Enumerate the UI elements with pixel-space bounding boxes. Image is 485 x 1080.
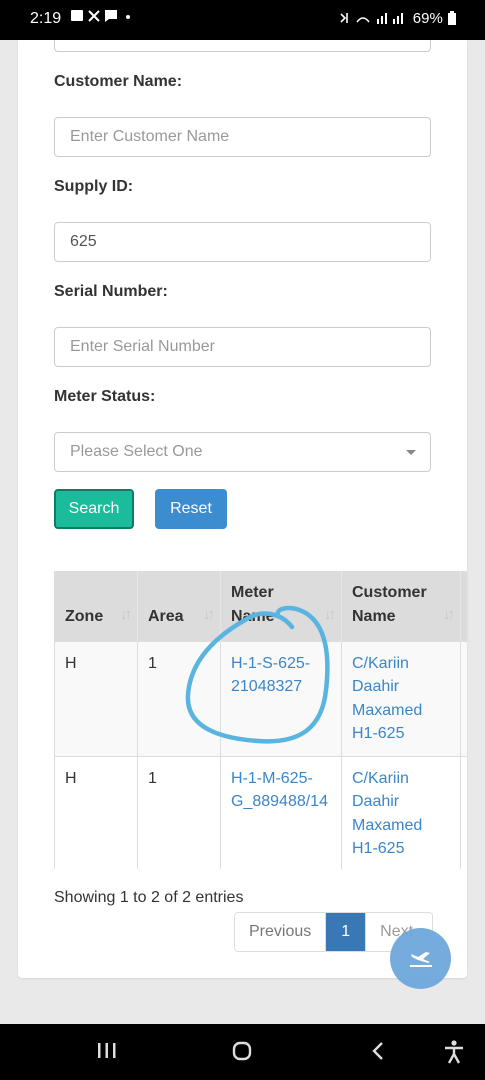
customer-line: C/Kariin	[352, 654, 409, 672]
meter-name-part1: H-1-M-625-	[231, 769, 313, 787]
results-table: Zone ↓↑ Area ↓↑ Meter Name ↓↑ Customer Name ↓↑…	[54, 571, 467, 869]
meter-name-part1: H-1-S-625-	[231, 654, 311, 672]
navigation-bar	[0, 1024, 485, 1080]
home-icon[interactable]	[231, 1040, 253, 1062]
more-notifications-icon	[126, 15, 130, 19]
customer-header-line2: Name	[352, 607, 396, 625]
wifi-icon	[355, 17, 370, 23]
meter-name-link[interactable]: H-1-S-625- 21048327	[231, 655, 310, 696]
column-header-customer-name[interactable]: Customer Name ↓↑	[341, 571, 461, 641]
table-row: H 1 H-1-S-625- 21048327 C/Kariin Daahir Max…	[54, 640, 467, 756]
meter-status-select[interactable]: Please Select One	[54, 432, 431, 472]
table-row: H 1 H-1-M-625- G_889488/14 C/Kariin Daahir…	[54, 755, 467, 869]
customer-line: H1-625	[352, 840, 405, 857]
status-right: 69%	[339, 10, 457, 27]
meter-name-part2: 21048327	[231, 678, 303, 695]
customer-name-label: Customer Name:	[54, 73, 183, 90]
page-1-button[interactable]: 1	[326, 913, 367, 951]
reset-button[interactable]: Reset	[155, 489, 227, 529]
status-time: 2:19	[30, 10, 62, 27]
table-info: Showing 1 to 2 of 2 entries	[54, 889, 244, 906]
meter-status-selected: Please Select One	[70, 443, 203, 460]
customer-line: H1-625	[352, 725, 405, 742]
customer-name-input[interactable]: Enter Customer Name	[54, 117, 431, 157]
missed-call-icon	[88, 10, 100, 22]
meter-header-line2: Name	[231, 607, 275, 625]
recent-apps-icon[interactable]	[97, 1040, 117, 1062]
signal-icons	[340, 13, 403, 24]
notification-icon-set	[71, 10, 130, 22]
filter-card: Customer Name: Enter Customer Name Suppl…	[18, 40, 467, 978]
customer-line: C/Kariin	[352, 769, 409, 787]
notification-icons	[70, 8, 132, 29]
gallery-icon	[71, 10, 83, 21]
customer-line: Daahir	[352, 678, 400, 695]
area-header-label: Area	[148, 607, 184, 625]
message-icon	[105, 10, 117, 22]
meter-name-cell: H-1-S-625- 21048327	[220, 640, 342, 756]
status-cell: Tr	[460, 755, 467, 869]
supply-id-label: Supply ID:	[54, 178, 134, 195]
sort-icon: ↓↑	[324, 605, 336, 623]
airplane-landing-icon	[410, 952, 432, 967]
meter-header-line1: Meter	[231, 583, 274, 601]
signal-icon	[384, 13, 387, 24]
chevron-down-icon	[406, 450, 416, 455]
customer-header-line1: Customer	[352, 583, 427, 601]
sort-icon: ↓↑	[120, 605, 132, 623]
customer-name-link[interactable]: C/Kariin Daahir Maxamed H1-625	[352, 655, 422, 743]
meter-name-link[interactable]: H-1-M-625- G_889488/14	[231, 770, 328, 811]
battery-percent: 69%	[412, 10, 443, 27]
zone-cell: H	[54, 640, 138, 756]
column-header-meter-name[interactable]: Meter Name ↓↑	[220, 571, 342, 641]
meter-status-label: Meter Status:	[54, 388, 156, 405]
sort-icon: ↓↑	[443, 605, 455, 623]
serial-number-label: Serial Number:	[54, 283, 168, 300]
customer-line: Maxamed	[352, 701, 423, 719]
supply-id-input[interactable]: 625	[54, 222, 431, 262]
column-header-zone[interactable]: Zone ↓↑	[54, 571, 138, 641]
meter-name-part2: G_889488/14	[231, 793, 328, 810]
sort-icon: ↓↑	[203, 605, 215, 623]
battery-icon	[448, 11, 456, 25]
floating-action-button[interactable]	[390, 928, 451, 989]
previous-page-button[interactable]: Previous	[235, 913, 327, 951]
results-table-wrapper[interactable]: Zone ↓↑ Area ↓↑ Meter Name ↓↑ Customer Name ↓↑…	[54, 571, 467, 869]
customer-line: Maxamed	[352, 816, 423, 834]
column-header-area[interactable]: Area ↓↑	[137, 571, 221, 641]
area-cell: 1	[137, 755, 221, 869]
previous-input[interactable]	[54, 40, 431, 52]
search-button[interactable]: Search	[54, 489, 134, 529]
status-bar: 2:19 69%	[0, 0, 485, 40]
customer-name-link[interactable]: C/Kariin Daahir Maxamed H1-625	[352, 770, 422, 858]
accessibility-icon[interactable]	[443, 1040, 465, 1064]
mute-icon	[340, 13, 348, 23]
column-header-status[interactable]: St	[460, 571, 467, 641]
area-cell: 1	[137, 640, 221, 756]
customer-line: Daahir	[352, 793, 400, 810]
customer-name-cell: C/Kariin Daahir Maxamed H1-625	[341, 640, 461, 756]
zone-cell: H	[54, 755, 138, 869]
status-cell: Co	[460, 640, 467, 756]
serial-number-input[interactable]: Enter Serial Number	[54, 327, 431, 367]
zone-header-label: Zone	[65, 607, 104, 625]
customer-name-cell: C/Kariin Daahir Maxamed H1-625	[341, 755, 461, 869]
back-icon[interactable]	[370, 1040, 386, 1062]
meter-name-cell: H-1-M-625- G_889488/14	[220, 755, 342, 869]
